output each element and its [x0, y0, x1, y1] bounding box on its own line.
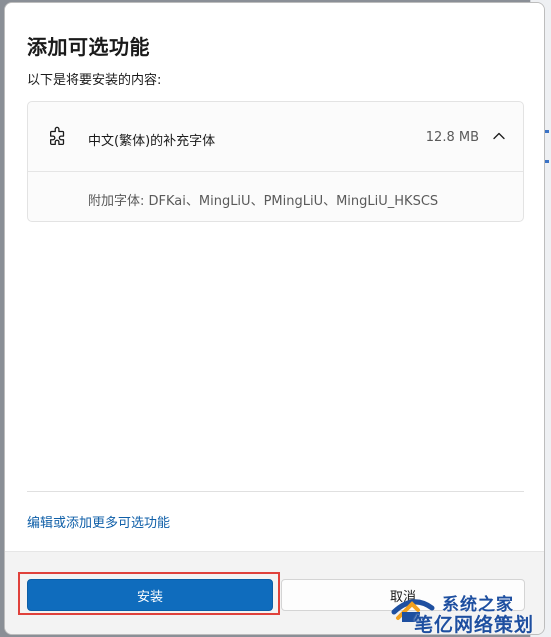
dialog-content: 添加可选功能 以下是将要安装的内容: 中文(繁体)的补充字体 12.8 MB 附…	[5, 3, 544, 551]
feature-detail: 附加字体: DFKai、MingLiU、PMingLiU、MingLiU_HKS…	[88, 194, 439, 209]
add-optional-feature-dialog: 添加可选功能 以下是将要安装的内容: 中文(繁体)的补充字体 12.8 MB 附…	[4, 2, 545, 635]
dialog-subtitle: 以下是将要安装的内容:	[27, 73, 162, 88]
feature-card: 中文(繁体)的补充字体 12.8 MB 附加字体: DFKai、MingLiU、…	[27, 101, 524, 222]
cancel-button[interactable]: 取消	[281, 579, 525, 611]
dialog-footer: 安装 取消	[5, 551, 544, 634]
edit-more-features-link[interactable]: 编辑或添加更多可选功能	[27, 512, 170, 531]
feature-size: 12.8 MB	[425, 130, 479, 145]
dialog-title: 添加可选功能	[27, 35, 150, 59]
feature-name: 中文(繁体)的补充字体	[88, 134, 216, 149]
install-button[interactable]: 安装	[27, 579, 273, 611]
chevron-up-icon[interactable]	[491, 128, 507, 144]
puzzle-icon	[50, 126, 65, 145]
feature-card-header[interactable]: 中文(繁体)的补充字体 12.8 MB	[28, 102, 523, 172]
content-divider	[27, 491, 524, 492]
